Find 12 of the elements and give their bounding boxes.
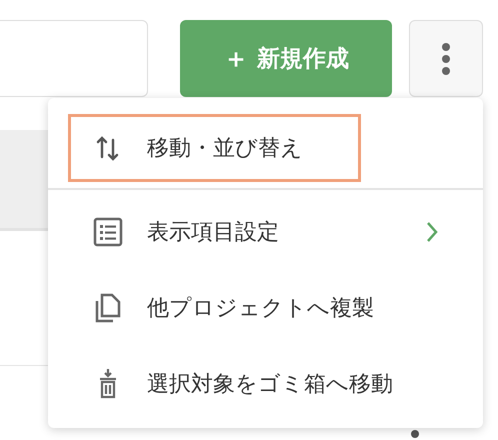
more-menu-button[interactable] — [409, 20, 483, 97]
menu-item[interactable]: 表示項目設定 — [68, 198, 463, 266]
menu-item[interactable]: 選択対象をゴミ箱へ移動 — [68, 350, 463, 418]
copy-icon — [94, 293, 122, 323]
search-field[interactable] — [0, 20, 148, 97]
kebab-icon — [441, 42, 451, 76]
dot-icon — [411, 430, 419, 438]
menu-item[interactable]: 他プロジェクトへ複製 — [68, 274, 463, 342]
list-icon — [93, 217, 123, 247]
menu-item[interactable]: 移動・並び替え — [68, 114, 361, 182]
trash-icon — [97, 368, 119, 400]
chevron-right-icon — [426, 221, 438, 243]
